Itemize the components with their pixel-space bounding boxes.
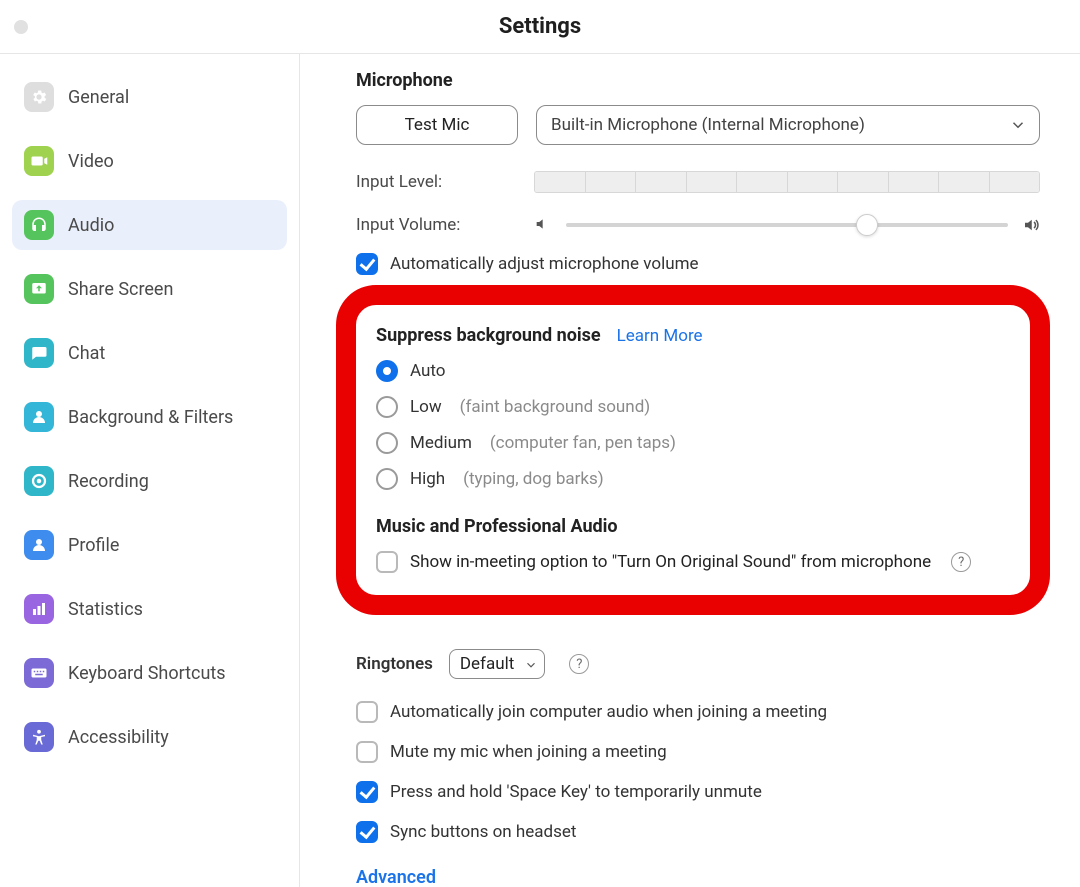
share-screen-icon <box>24 274 54 304</box>
sync-headset-checkbox[interactable] <box>356 821 378 843</box>
input-volume-slider[interactable] <box>566 223 1008 227</box>
sidebar-item-label: Audio <box>68 215 114 236</box>
sidebar-item-chat[interactable]: Chat <box>12 328 287 378</box>
sidebar-item-audio[interactable]: Audio <box>12 200 287 250</box>
sidebar-item-video[interactable]: Video <box>12 136 287 186</box>
profile-icon <box>24 530 54 560</box>
sidebar: General Video Audio Share Screen Chat <box>0 54 300 887</box>
test-mic-label: Test Mic <box>405 115 470 135</box>
noise-low-hint: (faint background sound) <box>460 397 651 417</box>
advanced-link[interactable]: Advanced <box>356 867 1040 887</box>
ringtone-value: Default <box>460 654 514 674</box>
sidebar-item-keyboard-shortcuts[interactable]: Keyboard Shortcuts <box>12 648 287 698</box>
sidebar-item-label: Video <box>68 151 114 172</box>
sidebar-item-label: Recording <box>68 471 149 492</box>
sidebar-item-label: Accessibility <box>68 727 169 748</box>
space-unmute-label: Press and hold 'Space Key' to temporaril… <box>390 782 762 802</box>
chat-icon <box>24 338 54 368</box>
mic-device-value: Built-in Microphone (Internal Microphone… <box>551 115 865 135</box>
sidebar-item-accessibility[interactable]: Accessibility <box>12 712 287 762</box>
noise-high-radio[interactable] <box>376 468 398 490</box>
microphone-title: Microphone <box>356 70 1040 91</box>
suppress-noise-title: Suppress background noise Learn More <box>376 325 1010 346</box>
sidebar-item-profile[interactable]: Profile <box>12 520 287 570</box>
ringtones-label: Ringtones <box>356 654 433 674</box>
sync-headset-label: Sync buttons on headset <box>390 822 576 842</box>
auto-join-audio-checkbox[interactable] <box>356 701 378 723</box>
noise-auto-radio[interactable] <box>376 360 398 382</box>
noise-medium-hint: (computer fan, pen taps) <box>490 433 676 453</box>
chevron-down-icon <box>524 657 538 671</box>
window-close-dot[interactable] <box>14 20 28 34</box>
noise-low-label: Low <box>410 397 442 417</box>
noise-medium-label: Medium <box>410 433 472 453</box>
mute-on-join-label: Mute my mic when joining a meeting <box>390 742 667 762</box>
auto-join-audio-label: Automatically join computer audio when j… <box>390 702 827 722</box>
test-mic-button[interactable]: Test Mic <box>356 105 518 145</box>
help-icon[interactable]: ? <box>951 552 971 572</box>
space-unmute-checkbox[interactable] <box>356 781 378 803</box>
sidebar-item-share-screen[interactable]: Share Screen <box>12 264 287 314</box>
noise-medium-radio[interactable] <box>376 432 398 454</box>
noise-high-hint: (typing, dog barks) <box>463 469 604 489</box>
mic-device-select[interactable]: Built-in Microphone (Internal Microphone… <box>536 105 1040 145</box>
sidebar-item-label: Share Screen <box>68 279 173 300</box>
noise-low-radio[interactable] <box>376 396 398 418</box>
sidebar-item-label: Keyboard Shortcuts <box>68 663 226 684</box>
input-level-meter <box>534 171 1040 193</box>
person-icon <box>24 402 54 432</box>
chart-icon <box>24 594 54 624</box>
ringtone-select[interactable]: Default <box>449 649 545 679</box>
sidebar-item-label: Background & Filters <box>68 407 233 428</box>
sidebar-item-label: Profile <box>68 535 119 556</box>
chevron-down-icon <box>1009 116 1027 134</box>
highlight-annotation: Suppress background noise Learn More Aut… <box>336 285 1050 615</box>
keyboard-icon <box>24 658 54 688</box>
record-icon <box>24 466 54 496</box>
window-title: Settings <box>499 14 581 39</box>
video-icon <box>24 146 54 176</box>
input-volume-label: Input Volume: <box>356 215 534 235</box>
mute-on-join-checkbox[interactable] <box>356 741 378 763</box>
gear-icon <box>24 82 54 112</box>
sidebar-item-label: Chat <box>68 343 105 364</box>
auto-adjust-mic-checkbox[interactable] <box>356 253 378 275</box>
sidebar-item-label: Statistics <box>68 599 143 620</box>
learn-more-link[interactable]: Learn More <box>617 326 703 346</box>
noise-auto-label: Auto <box>410 361 445 381</box>
original-sound-label: Show in-meeting option to "Turn On Origi… <box>410 552 931 572</box>
speaker-low-icon <box>534 216 552 234</box>
sidebar-item-label: General <box>68 87 129 108</box>
input-level-label: Input Level: <box>356 172 534 192</box>
original-sound-checkbox[interactable] <box>376 551 398 573</box>
sidebar-item-background-filters[interactable]: Background & Filters <box>12 392 287 442</box>
noise-high-label: High <box>410 469 445 489</box>
speaker-high-icon <box>1022 216 1040 234</box>
sidebar-item-statistics[interactable]: Statistics <box>12 584 287 634</box>
sidebar-item-general[interactable]: General <box>12 72 287 122</box>
accessibility-icon <box>24 722 54 752</box>
sidebar-item-recording[interactable]: Recording <box>12 456 287 506</box>
headphones-icon <box>24 210 54 240</box>
suppress-noise-title-text: Suppress background noise <box>376 325 601 346</box>
auto-adjust-mic-label: Automatically adjust microphone volume <box>390 254 699 274</box>
music-pro-title: Music and Professional Audio <box>376 516 1010 537</box>
slider-thumb[interactable] <box>856 214 878 236</box>
main-panel: Microphone Test Mic Built-in Microphone … <box>300 54 1080 887</box>
titlebar: Settings <box>0 0 1080 54</box>
help-icon[interactable]: ? <box>569 654 589 674</box>
